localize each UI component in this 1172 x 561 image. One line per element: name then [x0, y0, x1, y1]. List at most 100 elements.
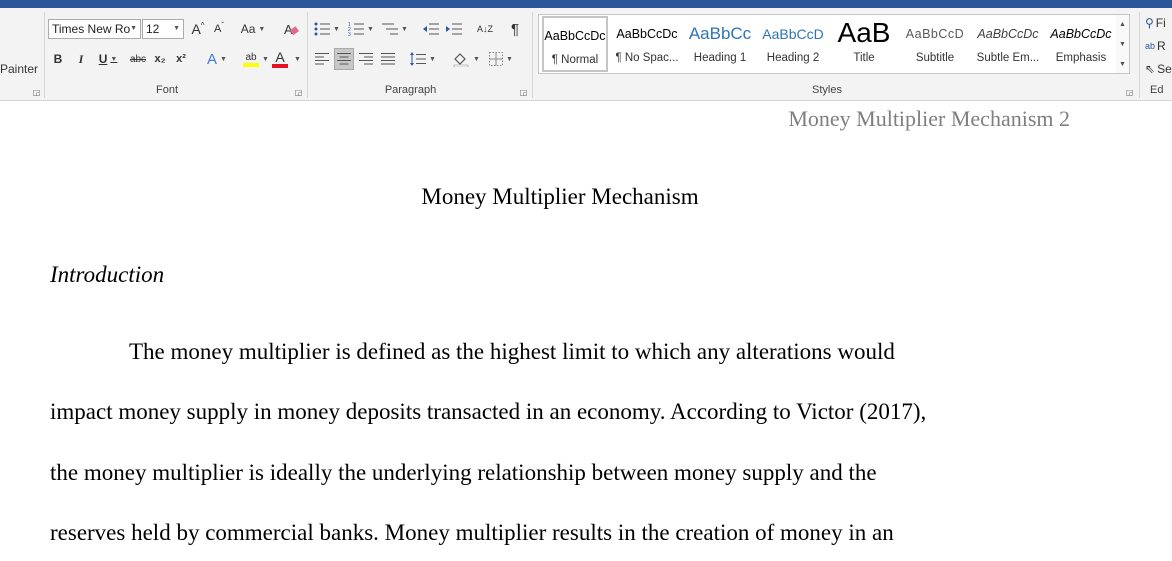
style-name: Title — [853, 52, 875, 64]
line-spacing-icon — [410, 52, 427, 66]
align-center-button[interactable] — [334, 48, 354, 70]
chevron-down-icon: ▼ — [173, 25, 180, 32]
style-normal[interactable]: AaBbCcDc ¶ Normal — [542, 16, 608, 72]
underline-label: U — [98, 52, 108, 66]
title-bar-strip — [0, 0, 1172, 8]
paragraph-dialog-launcher-icon[interactable]: ◲ — [519, 88, 528, 97]
bold-button[interactable]: B — [49, 48, 67, 70]
style-name: Subtitle — [915, 52, 955, 64]
change-case-button[interactable]: Aa ▼ — [237, 18, 269, 40]
style-subtitle[interactable]: AaBbCcD Subtitle — [900, 16, 970, 72]
borders-button[interactable]: ▼ — [485, 48, 517, 70]
document-page[interactable]: Money Multiplier Mechanism 2 Money Multi… — [0, 101, 1172, 561]
replace-label: R — [1157, 39, 1166, 53]
caret-down-icon: ˇ — [221, 20, 224, 30]
decrease-indent-icon — [423, 23, 439, 35]
shrink-font-label: A — [213, 23, 222, 35]
justify-icon — [381, 53, 395, 65]
clipboard-dialog-launcher-icon[interactable]: ◲ — [32, 88, 41, 97]
justify-button[interactable] — [378, 48, 398, 70]
style-preview: AaBbCcDc — [977, 27, 1039, 41]
align-right-icon — [359, 53, 373, 65]
ribbon: Painter ◲ Times New Ro ▼ 12 ▼ A ^ Aˇ Aa ▼ … — [0, 8, 1172, 101]
cursor-arrow-icon: ⇖ — [1145, 62, 1156, 76]
font-color-button[interactable]: A — [270, 48, 290, 70]
style-emphasis[interactable]: AaBbCcDc Emphasis — [1046, 16, 1116, 72]
italic-label: I — [78, 51, 84, 66]
subscript-label: x₂ — [154, 53, 166, 65]
numbering-button[interactable]: 1 2 3 ▼ — [346, 18, 376, 40]
search-icon: ⚲ — [1145, 16, 1154, 30]
font-color-swatch — [272, 64, 288, 68]
replace-button[interactable]: ab R — [1145, 35, 1172, 57]
align-right-button[interactable] — [356, 48, 376, 70]
style-no-spacing[interactable]: AaBbCcDc ¶ No Spac... — [612, 16, 682, 72]
subscript-button[interactable]: x₂ — [151, 48, 169, 70]
numbered-list-icon: 123 — [348, 22, 365, 36]
chevron-down-icon[interactable]: ▼ — [262, 56, 269, 63]
styles-group-label: Styles — [812, 84, 842, 96]
styles-gallery: AaBbCcDc ¶ Normal AaBbCcDc ¶ No Spac... … — [538, 14, 1130, 74]
style-preview: AaBbCc — [688, 24, 752, 43]
shading-button[interactable]: ▼ — [450, 48, 482, 70]
chevron-down-icon: ▼ — [220, 55, 227, 63]
gallery-down-icon[interactable]: ▼ — [1116, 35, 1129, 55]
styles-dialog-launcher-icon[interactable]: ◲ — [1125, 88, 1134, 97]
style-heading-2[interactable]: AaBbCcD Heading 2 — [758, 16, 828, 72]
grow-font-button[interactable]: A ^ — [189, 18, 207, 40]
shrink-font-button[interactable]: Aˇ — [210, 18, 228, 40]
chevron-down-icon: ▼ — [401, 25, 408, 33]
sort-button[interactable]: A↓Z — [474, 18, 496, 40]
eraser-icon: A — [284, 22, 299, 37]
align-center-icon — [337, 53, 351, 65]
superscript-button[interactable]: x² — [172, 48, 190, 70]
show-formatting-button[interactable]: ¶ — [505, 18, 525, 40]
font-group-label: Font — [155, 84, 178, 96]
font-name-combo[interactable]: Times New Ro ▼ — [48, 19, 141, 39]
style-preview: AaBbCcDc — [544, 29, 606, 43]
style-subtle-emphasis[interactable]: AaBbCcDc Subtle Em... — [973, 16, 1043, 72]
gallery-more-icon[interactable]: ▼ — [1116, 55, 1129, 75]
bold-label: B — [53, 52, 63, 66]
pilcrow-icon: ¶ — [510, 20, 520, 38]
style-preview: AaB — [837, 17, 891, 48]
superscript-label: x² — [176, 53, 186, 65]
caret-up-icon: ^ — [200, 20, 205, 30]
italic-button[interactable]: I — [72, 48, 90, 70]
decrease-indent-button[interactable] — [420, 18, 442, 40]
select-button[interactable]: ⇖ Se — [1145, 58, 1172, 80]
highlight-color-swatch — [243, 62, 259, 67]
style-title[interactable]: AaB Title — [831, 16, 897, 72]
chevron-down-icon: ▼ — [130, 25, 137, 32]
text-effects-button[interactable]: A ▼ — [203, 48, 231, 70]
clear-formatting-button[interactable]: A — [280, 18, 302, 40]
style-preview: AaBbCcDc — [616, 27, 678, 41]
style-preview: AaBbCcD — [762, 26, 824, 42]
grow-font-label: A — [191, 21, 201, 37]
increase-indent-icon — [446, 23, 462, 35]
paint-bucket-icon — [453, 53, 469, 67]
section-heading: Introduction — [50, 262, 165, 287]
font-dialog-launcher-icon[interactable]: ◲ — [294, 88, 303, 97]
find-button[interactable]: ⚲ Fi — [1145, 12, 1172, 34]
font-size-combo[interactable]: 12 ▼ — [142, 19, 184, 39]
underline-button[interactable]: U ▼ — [93, 48, 123, 70]
gallery-up-icon[interactable]: ▲ — [1116, 15, 1129, 35]
style-name: Subtle Em... — [976, 52, 1040, 64]
style-name: ¶ Normal — [551, 54, 599, 66]
chevron-down-icon[interactable]: ▼ — [294, 56, 301, 63]
multilevel-list-button[interactable]: ▼ — [380, 18, 410, 40]
line-spacing-button[interactable]: ▼ — [408, 48, 438, 70]
paragraph-line: the money multiplier is ideally the unde… — [50, 460, 877, 485]
style-heading-1[interactable]: AaBbCc Heading 1 — [685, 16, 755, 72]
bullets-button[interactable]: ▼ — [312, 18, 342, 40]
increase-indent-button[interactable] — [443, 18, 465, 40]
chevron-down-icon: ▼ — [429, 55, 436, 63]
strikethrough-button[interactable]: abc — [127, 48, 149, 70]
align-left-button[interactable] — [312, 48, 332, 70]
format-painter-button[interactable]: Painter — [0, 58, 38, 80]
style-name: Heading 1 — [693, 52, 747, 64]
font-size-value: 12 — [146, 22, 160, 36]
style-preview: AaBbCcD — [905, 27, 965, 41]
align-left-icon — [315, 53, 329, 65]
